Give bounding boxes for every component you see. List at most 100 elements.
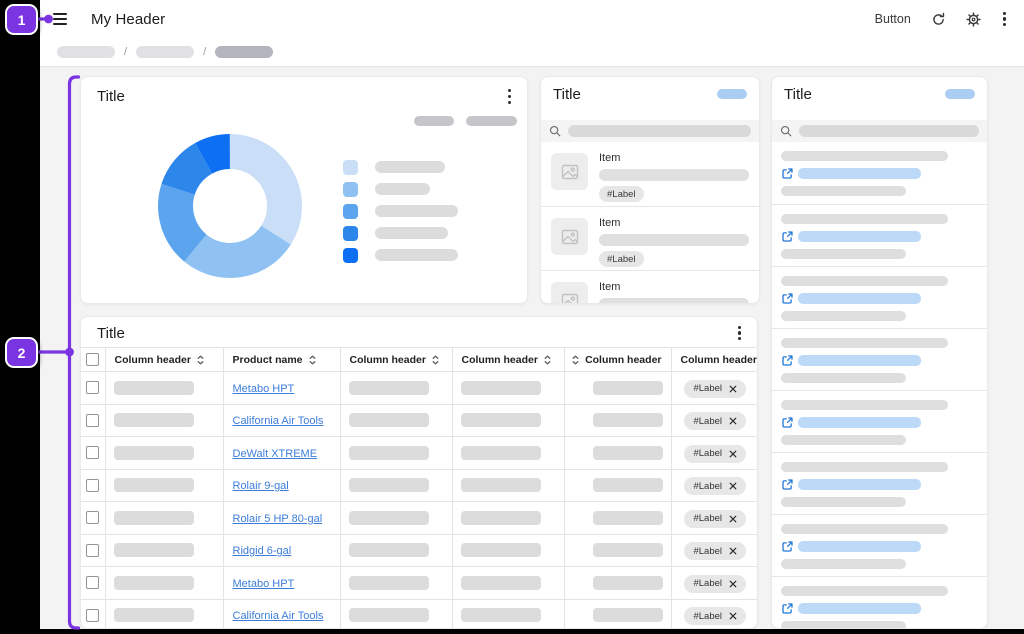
- cell-placeholder: [114, 413, 194, 427]
- link-list-item[interactable]: [772, 142, 987, 204]
- card-overflow-icon[interactable]: [506, 87, 513, 106]
- row-checkbox[interactable]: [86, 446, 99, 459]
- card-overflow-icon[interactable]: [736, 324, 743, 343]
- label-tag[interactable]: #Label: [599, 186, 644, 202]
- link-text-placeholder[interactable]: [798, 168, 921, 179]
- row-checkbox[interactable]: [86, 576, 99, 589]
- close-icon[interactable]: [729, 417, 737, 425]
- label-tag-removable[interactable]: #Label: [684, 607, 746, 625]
- table-cell: #Label: [671, 502, 758, 535]
- label-tag-removable[interactable]: #Label: [684, 477, 746, 495]
- link-text-placeholder[interactable]: [798, 603, 921, 614]
- label-tag-removable[interactable]: #Label: [684, 542, 746, 560]
- external-link-icon[interactable]: [781, 292, 794, 305]
- legend-label-placeholder: [375, 183, 430, 195]
- link-list-item[interactable]: [772, 514, 987, 576]
- external-link-icon[interactable]: [781, 602, 794, 615]
- label-tag-removable[interactable]: #Label: [684, 380, 746, 398]
- column-header-6[interactable]: Column header: [671, 348, 758, 372]
- label-tag[interactable]: #Label: [599, 251, 644, 267]
- external-link-icon[interactable]: [781, 167, 794, 180]
- close-icon[interactable]: [729, 482, 737, 490]
- legend-swatch: [343, 204, 358, 219]
- external-link-icon[interactable]: [781, 540, 794, 553]
- row-checkbox[interactable]: [86, 609, 99, 622]
- card-action-pill[interactable]: [945, 89, 975, 99]
- product-link[interactable]: California Air Tools: [233, 415, 324, 427]
- hamburger-icon[interactable]: [53, 13, 67, 24]
- sort-icon[interactable]: [543, 355, 552, 365]
- sort-icon[interactable]: [431, 355, 440, 365]
- link-text-placeholder[interactable]: [798, 479, 921, 490]
- select-all-checkbox[interactable]: [86, 353, 99, 366]
- refresh-icon[interactable]: [931, 12, 946, 27]
- card-action-pill[interactable]: [717, 89, 747, 99]
- app-window: My Header Button: [40, 0, 1024, 629]
- row-checkbox[interactable]: [86, 381, 99, 394]
- text-placeholder: [781, 524, 948, 534]
- close-icon[interactable]: [729, 450, 737, 458]
- media-list-item[interactable]: Item#Label: [541, 142, 759, 206]
- link-text-placeholder[interactable]: [798, 417, 921, 428]
- label-tag-removable[interactable]: #Label: [684, 445, 746, 463]
- product-link[interactable]: Metabo HPT: [233, 578, 295, 590]
- label-tag-removable[interactable]: #Label: [684, 510, 746, 528]
- search-bar[interactable]: [541, 120, 759, 142]
- product-link[interactable]: Metabo HPT: [233, 383, 295, 395]
- link-text-placeholder[interactable]: [798, 541, 921, 552]
- external-link-icon[interactable]: [781, 416, 794, 429]
- close-icon[interactable]: [729, 547, 737, 555]
- row-checkbox[interactable]: [86, 479, 99, 492]
- settings-gear-icon[interactable]: [966, 12, 981, 27]
- sort-icon[interactable]: [308, 355, 317, 365]
- label-tag-removable[interactable]: #Label: [684, 575, 746, 593]
- external-link-icon[interactable]: [781, 354, 794, 367]
- column-header-4[interactable]: Column header: [452, 348, 564, 372]
- link-row: [781, 602, 979, 615]
- external-link-icon[interactable]: [781, 230, 794, 243]
- overflow-menu-icon[interactable]: [1001, 10, 1008, 29]
- sort-icon[interactable]: [571, 355, 580, 365]
- link-list-item[interactable]: [772, 452, 987, 514]
- chart-filter-pill[interactable]: [466, 116, 517, 126]
- column-header-3[interactable]: Column header: [340, 348, 452, 372]
- media-list-item[interactable]: Item#Label: [541, 270, 759, 304]
- search-input[interactable]: [799, 125, 979, 137]
- search-bar[interactable]: [772, 120, 987, 142]
- legend-item: [343, 178, 458, 200]
- media-list-item[interactable]: Item#Label: [541, 206, 759, 270]
- column-header-1[interactable]: Column header: [105, 348, 223, 372]
- sort-icon[interactable]: [196, 355, 205, 365]
- link-list-item[interactable]: [772, 204, 987, 266]
- close-icon[interactable]: [729, 515, 737, 523]
- header-button[interactable]: Button: [875, 12, 911, 26]
- product-link[interactable]: Rolair 9-gal: [233, 480, 289, 492]
- link-text-placeholder[interactable]: [798, 231, 921, 242]
- link-list-item[interactable]: [772, 576, 987, 629]
- link-list-item[interactable]: [772, 266, 987, 328]
- column-header-5[interactable]: Column header: [564, 348, 671, 372]
- close-icon[interactable]: [729, 385, 737, 393]
- product-link[interactable]: Rolair 5 HP 80-gal: [233, 513, 323, 525]
- link-list-item[interactable]: [772, 328, 987, 390]
- breadcrumb-segment[interactable]: [57, 46, 115, 58]
- product-link[interactable]: Ridgid 6-gal: [233, 545, 292, 557]
- row-checkbox[interactable]: [86, 414, 99, 427]
- close-icon[interactable]: [729, 580, 737, 588]
- link-text-placeholder[interactable]: [798, 293, 921, 304]
- external-link-icon[interactable]: [781, 478, 794, 491]
- close-icon[interactable]: [729, 612, 737, 620]
- link-text-placeholder[interactable]: [798, 355, 921, 366]
- label-tag-removable[interactable]: #Label: [684, 412, 746, 430]
- cell-placeholder: [461, 381, 541, 395]
- link-list-item[interactable]: [772, 390, 987, 452]
- chart-filter-pill[interactable]: [414, 116, 454, 126]
- cell-placeholder: [349, 608, 429, 622]
- breadcrumb-segment[interactable]: [136, 46, 194, 58]
- row-checkbox[interactable]: [86, 511, 99, 524]
- product-link[interactable]: California Air Tools: [233, 610, 324, 622]
- row-checkbox[interactable]: [86, 544, 99, 557]
- product-link[interactable]: DeWalt XTREME: [233, 448, 318, 460]
- search-input[interactable]: [568, 125, 751, 137]
- column-header-2[interactable]: Product name: [223, 348, 340, 372]
